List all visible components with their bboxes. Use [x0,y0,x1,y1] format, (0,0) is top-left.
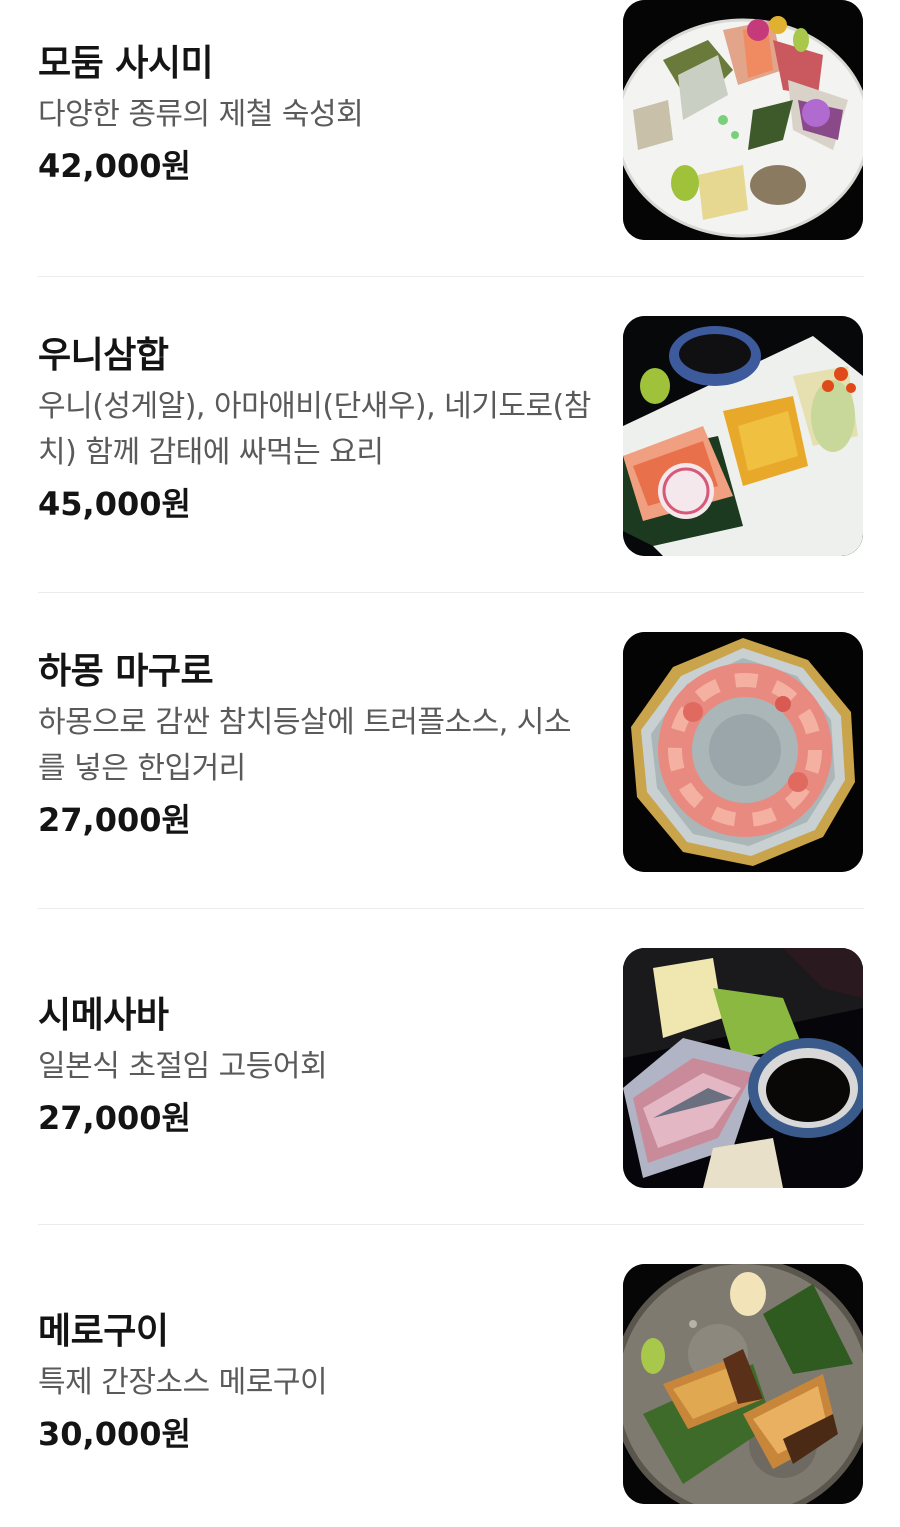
menu-item-name: 시메사바 [38,995,169,1036]
menu-list: 모둠 사시미 다양한 종류의 제철 숙성회 42,000원 우니삼합 우니(성게… [0,0,900,1527]
menu-item-assorted-sashimi[interactable]: 모둠 사시미 다양한 종류의 제철 숙성회 42,000원 [38,0,864,240]
menu-item-description: 일본식 초절임 고등어회 [38,1049,328,1084]
menu-item-description: 특제 간장소스 메로구이 [38,1365,328,1400]
menu-item-description: 하몽으로 감싼 참치등살에 트러플소스, 시소를 넣은 한입거리 [38,705,571,786]
assorted-sashimi-plate-icon [623,0,863,240]
menu-item-info: 시메사바 일본식 초절임 고등어회 27,000원 [38,994,598,1140]
grilled-mero-plate-icon [623,1264,863,1504]
menu-item-info: 모둠 사시미 다양한 종류의 제철 숙성회 42,000원 [38,42,598,188]
menu-item-shime-saba[interactable]: 시메사바 일본식 초절임 고등어회 27,000원 [38,948,864,1188]
menu-item-grilled-mero[interactable]: 메로구이 특제 간장소스 메로구이 30,000원 [38,1264,864,1504]
divider [38,908,864,909]
menu-item-price: 45,000원 [38,485,191,523]
menu-item-description: 다양한 종류의 제철 숙성회 [38,97,364,132]
jamon-maguro-plate-icon [623,632,863,872]
menu-item-description: 우니(성게알), 아마애비(단새우), 네기도로(참치) 함께 감태에 싸먹는 … [38,389,591,470]
jamon-maguro-plate-image[interactable] [623,632,863,872]
menu-item-name: 우니삼합 [38,335,169,376]
uni-samhap-plate-icon [623,316,863,556]
menu-item-uni-samhap[interactable]: 우니삼합 우니(성게알), 아마애비(단새우), 네기도로(참치) 함께 감태에… [38,316,864,556]
menu-item-name: 메로구이 [38,1311,169,1352]
menu-item-jamon-maguro[interactable]: 하몽 마구로 하몽으로 감싼 참치등살에 트러플소스, 시소를 넣은 한입거리 … [38,632,864,872]
menu-item-price: 27,000원 [38,1099,191,1137]
menu-item-info: 메로구이 특제 간장소스 메로구이 30,000원 [38,1310,598,1456]
divider [38,592,864,593]
divider [38,276,864,277]
shime-saba-plate-icon [623,948,863,1188]
menu-item-info: 하몽 마구로 하몽으로 감싼 참치등살에 트러플소스, 시소를 넣은 한입거리 … [38,650,598,842]
menu-item-price: 30,000원 [38,1415,191,1453]
divider [38,1224,864,1225]
menu-item-name: 하몽 마구로 [38,651,214,692]
assorted-sashimi-plate-image[interactable] [623,0,863,240]
grilled-mero-plate-image[interactable] [623,1264,863,1504]
uni-samhap-plate-image[interactable] [623,316,863,556]
menu-item-price: 42,000원 [38,147,191,185]
shime-saba-plate-image[interactable] [623,948,863,1188]
menu-item-name: 모둠 사시미 [38,43,214,84]
menu-item-info: 우니삼합 우니(성게알), 아마애비(단새우), 네기도로(참치) 함께 감태에… [38,334,598,526]
menu-item-price: 27,000원 [38,801,191,839]
